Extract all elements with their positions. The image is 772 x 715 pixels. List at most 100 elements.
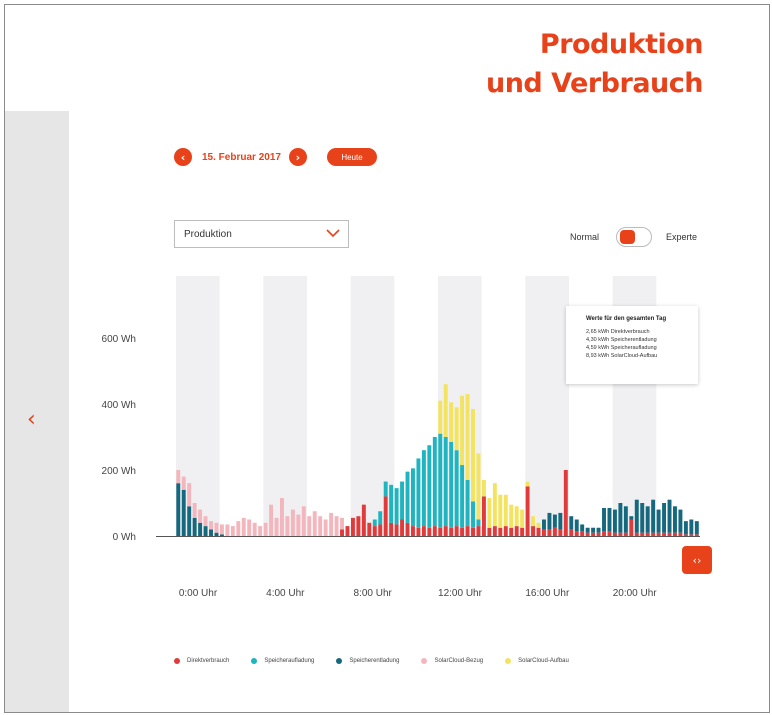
bar-segment-direktverbrauch — [350, 517, 355, 536]
bar-segment-direktverbrauch — [411, 526, 415, 536]
legend-item-direktverbrauch: Direktverbrauch — [174, 658, 229, 664]
bar-segment-solarcloud-bezug — [285, 516, 290, 536]
bar-segment-direktverbrauch — [509, 527, 514, 536]
bar-segment-direktverbrauch — [520, 527, 525, 536]
bar-segment-speicherentladung — [542, 519, 546, 530]
bar-segment-direktverbrauch — [585, 532, 590, 536]
x-tick-label: 4:00 Uhr — [266, 588, 305, 599]
bar-segment-direktverbrauch — [563, 470, 568, 536]
bar-segment-speicheraufladung — [394, 488, 399, 525]
bar-segment-speicherentladung — [209, 529, 213, 536]
bar-segment-direktverbrauch — [591, 532, 596, 536]
tooltip-line: 8,93 kWh SolarCloud-Aufbau — [586, 353, 658, 359]
bar-segment-direktverbrauch — [378, 524, 383, 536]
bar-segment-direktverbrauch — [400, 519, 405, 536]
bar-segment-solarcloud-aufbau — [443, 384, 448, 437]
bar-segment-direktverbrauch — [361, 504, 366, 536]
bar-segment-direktverbrauch — [421, 526, 426, 536]
bar-segment-direktverbrauch — [503, 526, 508, 536]
legend-dot — [421, 658, 428, 664]
bar-segment-solarcloud-aufbau — [465, 394, 470, 480]
bar-segment-solarcloud-bezug — [301, 506, 306, 536]
bar-segment-solarcloud-aufbau — [525, 481, 530, 487]
bar-segment-solarcloud-bezug — [209, 521, 213, 530]
bar-segment-speicheraufladung — [372, 519, 377, 527]
bar-segment-direktverbrauch — [487, 527, 492, 536]
bar-segment-direktverbrauch — [465, 526, 470, 536]
x-tick-label: 8:00 Uhr — [353, 588, 392, 599]
bar-segment-direktverbrauch — [542, 529, 546, 536]
bar-segment-direktverbrauch — [454, 526, 459, 536]
bar-segment-direktverbrauch — [596, 532, 601, 536]
bar-segment-speicherentladung — [591, 527, 596, 533]
bar-segment-direktverbrauch — [558, 529, 563, 536]
legend-label: SolarCloud-Bezug — [434, 658, 484, 664]
bar-segment-speicherentladung — [558, 512, 563, 530]
legend-item-speicherentladung: Speicherentladung — [336, 658, 399, 664]
bar-segment-solarcloud-bezug — [230, 526, 235, 536]
bar-segment-speicheraufladung — [432, 437, 437, 527]
bar-segment-direktverbrauch — [432, 526, 437, 536]
bar-segment-solarcloud-bezug — [263, 522, 268, 536]
legend-dot — [251, 658, 258, 664]
bar-segment-solarcloud-bezug — [258, 526, 263, 536]
bar-segment-direktverbrauch — [514, 526, 519, 536]
bar-segment-speicherentladung — [634, 499, 639, 533]
tooltip-line: 4,59 kWh Speicheraufladung — [586, 345, 657, 351]
bar-segment-direktverbrauch — [498, 527, 503, 536]
bar-segment-direktverbrauch — [372, 526, 377, 536]
bar-segment-speicherentladung — [187, 506, 192, 536]
bar-segment-direktverbrauch — [416, 527, 421, 536]
bar-segment-speicheraufladung — [438, 433, 443, 528]
bar-segment-speicheraufladung — [405, 471, 410, 523]
legend-item-solarcloud-aufbau: SolarCloud-Aufbau — [505, 658, 569, 664]
bar-segment-direktverbrauch — [683, 534, 688, 536]
bar-segment-speicheraufladung — [471, 501, 475, 528]
tooltip-title: Werte für den gesamten Tag — [586, 316, 667, 322]
bar-segment-solarcloud-bezug — [236, 521, 241, 536]
bar-segment-solarcloud-bezug — [269, 504, 274, 536]
bar-segment-direktverbrauch — [449, 527, 454, 536]
bar-segment-direktverbrauch — [492, 526, 497, 536]
legend-item-solarcloud-bezug: SolarCloud-Bezug — [421, 658, 483, 664]
bar-segment-speicherentladung — [683, 521, 688, 535]
bar-segment-speicherentladung — [645, 506, 650, 533]
bar-segment-solarcloud-aufbau — [536, 522, 541, 528]
bar-segment-direktverbrauch — [662, 532, 667, 536]
bar-segment-solarcloud-bezug — [307, 516, 312, 536]
bar-segment-speicherentladung — [612, 509, 617, 533]
bar-segment-speicherentladung — [640, 503, 645, 533]
bar-segment-direktverbrauch — [340, 529, 344, 536]
day-totals-tooltip: Werte für den gesamten Tag 2,65 kWh Dire… — [566, 306, 698, 384]
tooltip-line: 4,30 kWh Speicherentladung — [586, 337, 657, 343]
bar-segment-direktverbrauch — [656, 532, 661, 536]
bar-segment-direktverbrauch — [345, 526, 350, 536]
bar-segment-direktverbrauch — [460, 527, 465, 536]
chart-scroll-button[interactable]: ‹› — [682, 546, 712, 574]
bar-segment-solarcloud-aufbau — [509, 504, 514, 528]
bar-segment-direktverbrauch — [481, 496, 486, 536]
bar-segment-solarcloud-bezug — [274, 517, 279, 536]
bar-segment-speicheraufladung — [476, 519, 481, 527]
bar-segment-direktverbrauch — [612, 532, 617, 536]
bar-segment-direktverbrauch — [689, 534, 694, 536]
bar-segment-speicheraufladung — [454, 450, 459, 527]
bar-segment-direktverbrauch — [427, 527, 432, 536]
bar-segment-speicheraufladung — [400, 481, 405, 520]
bar-segment-speicherentladung — [694, 521, 699, 535]
bar-segment-solarcloud-aufbau — [449, 402, 454, 442]
time-band — [263, 276, 307, 536]
chart-legend: Direktverbrauch Speicheraufladung Speich… — [174, 658, 569, 664]
bar-segment-solarcloud-aufbau — [503, 494, 508, 527]
bar-segment-speicherentladung — [673, 506, 677, 533]
bar-segment-direktverbrauch — [525, 486, 530, 536]
bar-segment-solarcloud-aufbau — [487, 498, 492, 528]
legend-dot — [336, 658, 343, 664]
tooltip-line: 2,65 kWh Direktverbrauch — [586, 329, 650, 335]
bar-segment-speicherentladung — [651, 499, 656, 533]
bar-segment-solarcloud-bezug — [296, 514, 301, 536]
bar-segment-solarcloud-bezug — [312, 511, 317, 536]
bar-segment-solarcloud-bezug — [187, 483, 192, 507]
bar-segment-direktverbrauch — [356, 516, 361, 536]
bar-segment-solarcloud-bezug — [225, 524, 230, 536]
